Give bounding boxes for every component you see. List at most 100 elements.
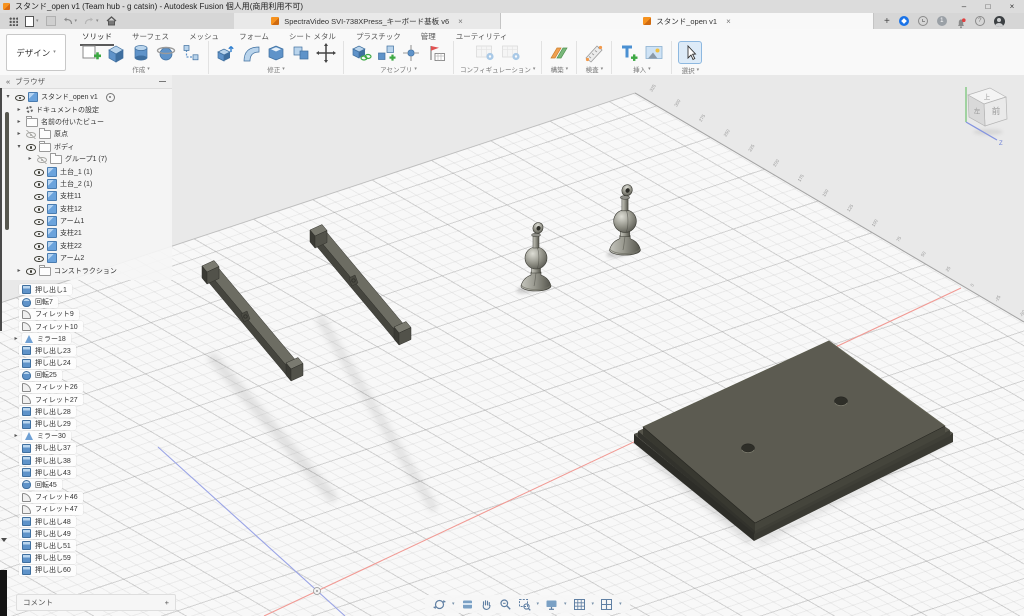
add-comment-button[interactable]: + — [165, 598, 169, 607]
tree-item-body[interactable]: 支柱11 — [0, 190, 172, 202]
pan-icon[interactable] — [480, 598, 493, 611]
document-tab-active[interactable]: スタンド_open v1 × — [501, 13, 874, 29]
chevron-down-icon[interactable]: ▾ — [452, 602, 455, 607]
measure-icon[interactable] — [583, 42, 605, 63]
eye-icon[interactable] — [34, 241, 44, 250]
redo-button[interactable]: ▾ — [84, 17, 99, 26]
chevron-down-icon[interactable]: ▾ — [537, 602, 540, 607]
fillet-icon[interactable] — [240, 42, 262, 63]
extrude-icon[interactable] — [105, 42, 127, 63]
display-settings-icon[interactable] — [545, 598, 558, 611]
tree-item-origin[interactable]: ▸ 原点 — [0, 128, 172, 140]
rigid-group-icon[interactable] — [425, 42, 447, 63]
eye-icon[interactable] — [34, 217, 44, 226]
undo-button[interactable]: ▾ — [63, 17, 78, 26]
eye-off-icon[interactable] — [37, 155, 47, 164]
eye-icon[interactable] — [34, 254, 44, 263]
feature-row[interactable]: 押し出し23 — [0, 345, 172, 357]
eye-off-icon[interactable] — [26, 130, 36, 139]
revolve-icon[interactable] — [130, 42, 152, 63]
eye-icon[interactable] — [34, 167, 44, 176]
new-tab-button[interactable]: + — [884, 16, 890, 27]
tree-item-construction[interactable]: ▸ コンストラクション — [0, 264, 172, 276]
look-at-icon[interactable] — [461, 598, 474, 611]
tree-item-group1[interactable]: ▸ グループ1 (7) — [0, 153, 172, 165]
tree-item-body[interactable]: アーム2 — [0, 252, 172, 264]
insert-image-icon[interactable] — [643, 42, 665, 63]
feature-row[interactable]: 回転45 — [0, 479, 172, 491]
select-icon[interactable] — [678, 41, 702, 64]
view-cube[interactable]: Z 上 前 左 — [966, 87, 1007, 147]
app-grid-icon[interactable] — [9, 17, 18, 26]
feature-row[interactable]: 回転25 — [0, 369, 172, 381]
shell-icon[interactable] — [265, 42, 287, 63]
configuration-insert-icon[interactable] — [499, 42, 521, 63]
sweep-icon[interactable] — [155, 42, 177, 63]
feature-row[interactable]: 押し出し28 — [0, 406, 172, 418]
chevron-down-icon[interactable]: ▾ — [15, 144, 23, 150]
feature-row[interactable]: フィレット46 — [0, 491, 172, 503]
insert-text-icon[interactable] — [618, 42, 640, 63]
create-sketch-icon[interactable] — [80, 42, 102, 63]
notifications-bell-icon[interactable] — [956, 16, 966, 27]
minimize-panel-icon[interactable] — [159, 81, 166, 83]
file-menu-button[interactable]: ▾ — [25, 16, 39, 27]
feature-row[interactable]: 押し出し60 — [0, 564, 172, 576]
minimize-button[interactable]: – — [952, 2, 976, 11]
activate-component-icon[interactable] — [106, 93, 115, 102]
tree-item-body[interactable]: 支柱22 — [0, 240, 172, 252]
chevron-down-icon[interactable]: ▾ — [619, 602, 622, 607]
notification-count-badge[interactable]: 1 — [937, 16, 947, 26]
browser-header[interactable]: « ブラウザ — [0, 75, 172, 89]
extension-icon[interactable] — [899, 16, 909, 26]
joint-origin-icon[interactable] — [400, 42, 422, 63]
save-button[interactable] — [46, 16, 56, 26]
body-base-plate[interactable] — [634, 341, 953, 541]
feature-row[interactable]: 押し出し1 — [0, 284, 172, 296]
feature-row[interactable]: 回転7 — [0, 296, 172, 308]
tree-item-body[interactable]: 支柱21 — [0, 227, 172, 239]
chevron-right-icon[interactable]: ▸ — [15, 268, 23, 274]
feature-row[interactable]: フィレット27 — [0, 394, 172, 406]
tree-item-body[interactable]: 土台_1 (1) — [0, 165, 172, 177]
chevron-right-icon[interactable]: ▸ — [12, 336, 20, 342]
feature-row[interactable]: 押し出し29 — [0, 418, 172, 430]
chevron-down-icon[interactable]: ▾ — [4, 94, 12, 100]
feature-row[interactable]: 押し出し51 — [0, 540, 172, 552]
group-label-insert[interactable]: 挿入▾ — [633, 64, 651, 74]
construct-plane-icon[interactable] — [548, 42, 570, 63]
close-tab-icon[interactable]: × — [726, 17, 731, 26]
eye-icon[interactable] — [26, 266, 36, 275]
comments-bar[interactable]: コメント + — [16, 594, 176, 611]
eye-icon[interactable] — [34, 192, 44, 201]
zoom-window-icon[interactable] — [518, 598, 531, 611]
workspace-selector[interactable]: デザイン ▾ — [6, 34, 66, 71]
joint-icon[interactable] — [375, 42, 397, 63]
timeline-collapse-icon[interactable] — [1, 538, 7, 542]
feature-row[interactable]: 押し出し48 — [0, 515, 172, 527]
group-label-assemble[interactable]: アセンブリ▾ — [380, 64, 417, 74]
tree-item-bodies[interactable]: ▾ ボディ — [0, 141, 172, 153]
configuration-table-icon[interactable] — [474, 42, 496, 63]
press-pull-icon[interactable] — [215, 42, 237, 63]
feature-row[interactable]: フィレット10 — [0, 320, 172, 332]
chevron-right-icon[interactable]: ▸ — [15, 119, 23, 125]
eye-icon[interactable] — [26, 142, 36, 151]
tree-item-body[interactable]: 土台_2 (1) — [0, 178, 172, 190]
tree-item-body[interactable]: アーム1 — [0, 215, 172, 227]
browser-scrollbar[interactable] — [5, 112, 9, 230]
chevron-right-icon[interactable]: ▸ — [15, 131, 23, 137]
tree-item-body[interactable]: 支柱12 — [0, 203, 172, 215]
viewports-icon[interactable] — [600, 598, 613, 611]
close-tab-icon[interactable]: × — [458, 17, 463, 26]
zoom-icon[interactable] — [499, 598, 512, 611]
job-status-icon[interactable] — [918, 16, 928, 26]
eye-icon[interactable] — [34, 179, 44, 188]
chevron-down-icon[interactable]: ▾ — [564, 602, 567, 607]
group-label-create[interactable]: 作成▾ — [132, 64, 150, 74]
group-label-construct[interactable]: 構築▾ — [551, 64, 569, 74]
close-button[interactable]: × — [1000, 2, 1024, 11]
tree-item-root[interactable]: ▾ スタンド_open v1 — [0, 91, 172, 103]
feature-row[interactable]: ▸ミラー18 — [0, 333, 172, 345]
group-label-configure[interactable]: コンフィギュレーション▾ — [460, 64, 535, 74]
